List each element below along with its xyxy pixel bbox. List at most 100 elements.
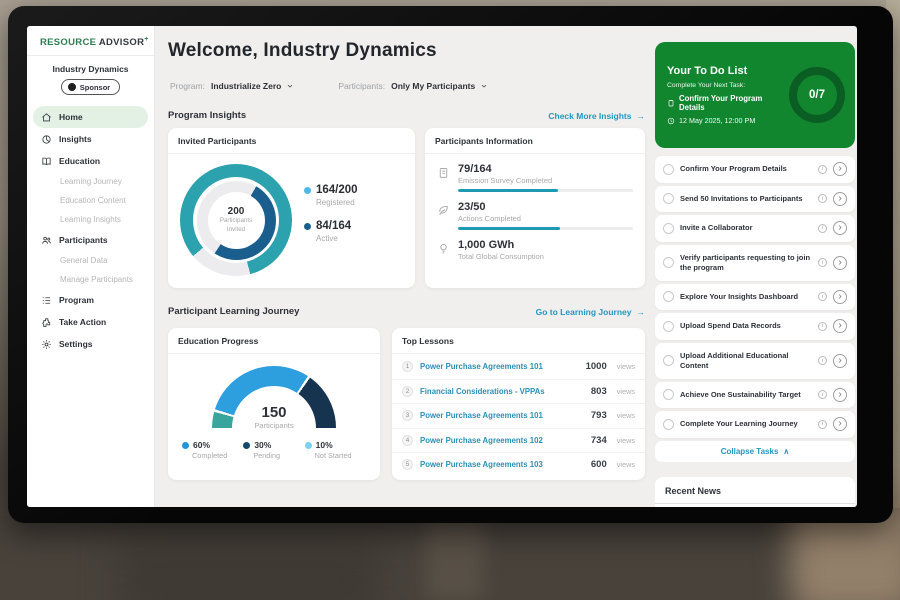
task-checkbox[interactable] — [663, 291, 674, 302]
legend-label: Active — [316, 234, 358, 243]
chevron-right-icon[interactable]: › — [833, 290, 847, 304]
chevron-right-icon[interactable]: › — [833, 162, 847, 176]
arrow-right-icon: → — [637, 307, 646, 317]
task-row[interactable]: Verify participants requesting to join t… — [655, 245, 855, 281]
lesson-link[interactable]: Power Purchase Agreements 102 — [420, 436, 584, 445]
lesson-row: 3 Power Purchase Agreements 101 793views — [392, 403, 645, 428]
sidebar-item-learning-insights[interactable]: Learning Insights — [33, 210, 148, 229]
participants-filter: Participants: Only My Participants — [338, 81, 488, 91]
lesson-link[interactable]: Power Purchase Agreements 101 — [420, 411, 584, 420]
sidebar-item-label: Settings — [59, 339, 93, 349]
legend-label: Registered — [316, 198, 358, 207]
recent-news-card: Recent News — [655, 477, 855, 507]
chevron-right-icon[interactable]: › — [833, 256, 847, 270]
stat-total-consumption: 1,000 GWh Total Global Consumption — [437, 239, 633, 261]
task-row[interactable]: Explore Your Insights Dashboardi› — [655, 284, 855, 311]
chevron-right-icon[interactable]: › — [833, 319, 847, 333]
rank-badge: 3 — [402, 410, 413, 421]
check-more-insights-link[interactable]: Check More Insights → — [548, 111, 645, 121]
info-icon[interactable]: i — [818, 194, 827, 203]
lesson-link[interactable]: Financial Considerations - VPPAs — [420, 387, 584, 396]
info-icon[interactable]: i — [818, 420, 827, 429]
sidebar-item-label: Education Content — [60, 196, 126, 205]
lesson-row: 4 Power Purchase Agreements 102 734views — [392, 428, 645, 453]
task-checkbox[interactable] — [663, 389, 674, 400]
program-filter-dropdown[interactable]: Industrialize Zero — [211, 81, 294, 91]
lesson-link[interactable]: Power Purchase Agreements 103 — [420, 460, 584, 469]
card-title: Participants Information — [425, 128, 645, 154]
task-checkbox[interactable] — [663, 321, 674, 332]
legend-label: Not Started — [315, 451, 366, 460]
task-checkbox[interactable] — [663, 419, 674, 430]
account-name: Industry Dynamics — [27, 64, 154, 74]
dashboard-screen: RESOURCE ADVISOR+ Industry Dynamics Spon… — [27, 26, 857, 507]
stat-label: Emission Survey Completed — [458, 176, 633, 185]
survey-icon — [437, 166, 450, 179]
legend-item-completed: 60% Completed — [182, 440, 243, 460]
task-row[interactable]: Send 50 Invitations to Participantsi› — [655, 186, 855, 213]
chevron-right-icon[interactable]: › — [833, 354, 847, 368]
task-row[interactable]: Confirm Your Program Details i › — [655, 156, 855, 183]
education-progress-card: Education Progress 150 Participants 60% … — [168, 328, 380, 480]
task-checkbox[interactable] — [663, 257, 674, 268]
legend-item-not-started: 10% Not Started — [305, 440, 366, 460]
task-checkbox[interactable] — [663, 193, 674, 204]
info-icon[interactable]: i — [818, 390, 827, 399]
views-suffix: views — [617, 436, 635, 445]
info-icon[interactable]: i — [818, 322, 827, 331]
task-row[interactable]: Upload Additional Educational Contenti› — [655, 343, 855, 379]
sidebar: RESOURCE ADVISOR+ Industry Dynamics Spon… — [27, 26, 155, 507]
lesson-link[interactable]: Power Purchase Agreements 101 — [420, 362, 579, 371]
collapse-tasks-link[interactable]: Collapse Tasks ∧ — [655, 441, 855, 462]
consumption-icon — [437, 242, 450, 255]
sidebar-divider — [27, 55, 154, 56]
task-list: Confirm Your Program Detailsi› Send 50 I… — [655, 156, 855, 462]
sidebar-item-participants[interactable]: Participants — [33, 229, 148, 251]
top-lessons-card: Top Lessons 1 Power Purchase Agreements … — [392, 328, 645, 480]
participants-filter-dropdown[interactable]: Only My Participants — [391, 81, 488, 91]
sidebar-item-general-data[interactable]: General Data — [33, 251, 148, 270]
sidebar-item-manage-participants[interactable]: Manage Participants — [33, 270, 148, 289]
legend-value: 30% — [254, 440, 271, 450]
chevron-right-icon[interactable]: › — [833, 221, 847, 235]
task-checkbox[interactable] — [663, 223, 674, 234]
info-icon[interactable]: i — [818, 224, 827, 233]
task-checkbox[interactable] — [663, 355, 674, 366]
go-to-learning-journey-link[interactable]: Go to Learning Journey → — [536, 307, 645, 317]
sidebar-item-program[interactable]: Program — [33, 289, 148, 311]
gauge-value: 150 — [168, 404, 380, 421]
info-icon[interactable]: i — [818, 292, 827, 301]
sidebar-item-learning-journey[interactable]: Learning Journey — [33, 172, 148, 191]
task-row[interactable]: Upload Spend Data Recordsi› — [655, 313, 855, 340]
todo-counter: 0/7 — [809, 89, 825, 101]
task-label: Confirm Your Program Details — [680, 160, 812, 178]
donut-chart-area: 200 Participants Invited 164/200 Registe… — [168, 154, 415, 286]
program-filter-value: Industrialize Zero — [211, 81, 281, 91]
stats-list: 79/164 Emission Survey Completed 23/50 A… — [425, 154, 645, 270]
legend-dot — [305, 442, 312, 449]
task-row[interactable]: Complete Your Learning Journey i › — [655, 411, 855, 438]
sidebar-item-settings[interactable]: Settings — [33, 333, 148, 355]
home-icon — [41, 112, 52, 123]
donut-center-label: Invited — [227, 226, 245, 234]
info-icon[interactable]: i — [818, 258, 827, 267]
task-row[interactable]: Achieve One Sustainability Targeti› — [655, 382, 855, 409]
task-row[interactable]: Invite a Collaboratori› — [655, 215, 855, 242]
info-icon[interactable]: i — [818, 165, 827, 174]
sidebar-item-home[interactable]: Home — [33, 106, 148, 128]
task-checkbox[interactable] — [663, 164, 674, 175]
sponsor-badge-label: Sponsor — [80, 83, 110, 92]
views-suffix: views — [617, 460, 635, 469]
chevron-right-icon[interactable]: › — [833, 192, 847, 206]
chevron-right-icon[interactable]: › — [833, 417, 847, 431]
sidebar-item-education[interactable]: Education — [33, 150, 148, 172]
sidebar-item-take-action[interactable]: Take Action — [33, 311, 148, 333]
task-label: Complete Your Learning Journey — [680, 415, 812, 433]
sidebar-item-insights[interactable]: Insights — [33, 128, 148, 150]
clock-icon — [667, 117, 675, 125]
donut-legend: 164/200 Registered 84/164 Active — [304, 184, 358, 256]
sidebar-item-education-content[interactable]: Education Content — [33, 191, 148, 210]
invited-participants-card: Invited Participants 200 Participants In… — [168, 128, 415, 288]
info-icon[interactable]: i — [818, 356, 827, 365]
chevron-right-icon[interactable]: › — [833, 388, 847, 402]
